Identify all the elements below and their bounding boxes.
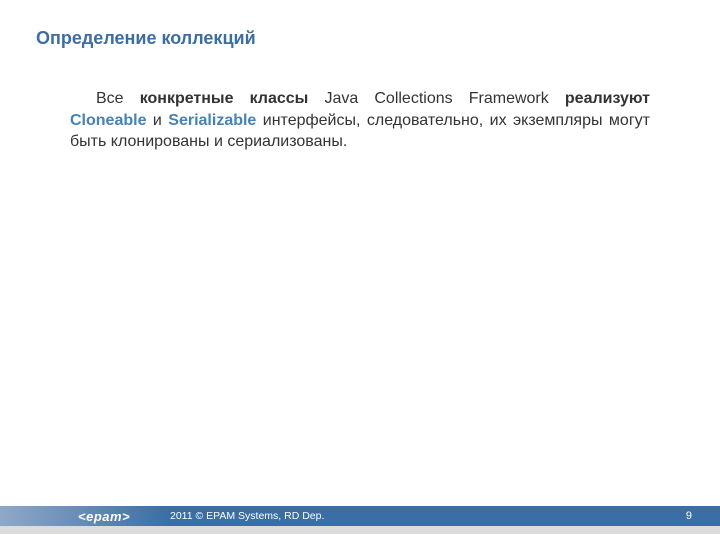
text-run: Все <box>96 90 124 107</box>
keyword-cloneable: Cloneable <box>70 112 146 129</box>
copyright-text: 2011 © EPAM Systems, RD Dep. <box>170 506 324 526</box>
text-run: Java Collections Framework <box>324 90 548 107</box>
body-paragraph: Все конкретные классы Java Collections F… <box>70 88 650 153</box>
logo: <epam> <box>72 506 136 526</box>
bold-run: конкретные классы <box>140 90 309 107</box>
text-run: и <box>153 112 162 129</box>
footer-shadow <box>0 526 720 534</box>
keyword-serializable: Serializable <box>168 112 256 129</box>
slide: Определение коллекций Все конкретные кла… <box>0 0 720 540</box>
page-number: 9 <box>686 506 692 526</box>
slide-title: Определение коллекций <box>36 28 256 49</box>
bold-run: реализуют <box>565 90 650 107</box>
